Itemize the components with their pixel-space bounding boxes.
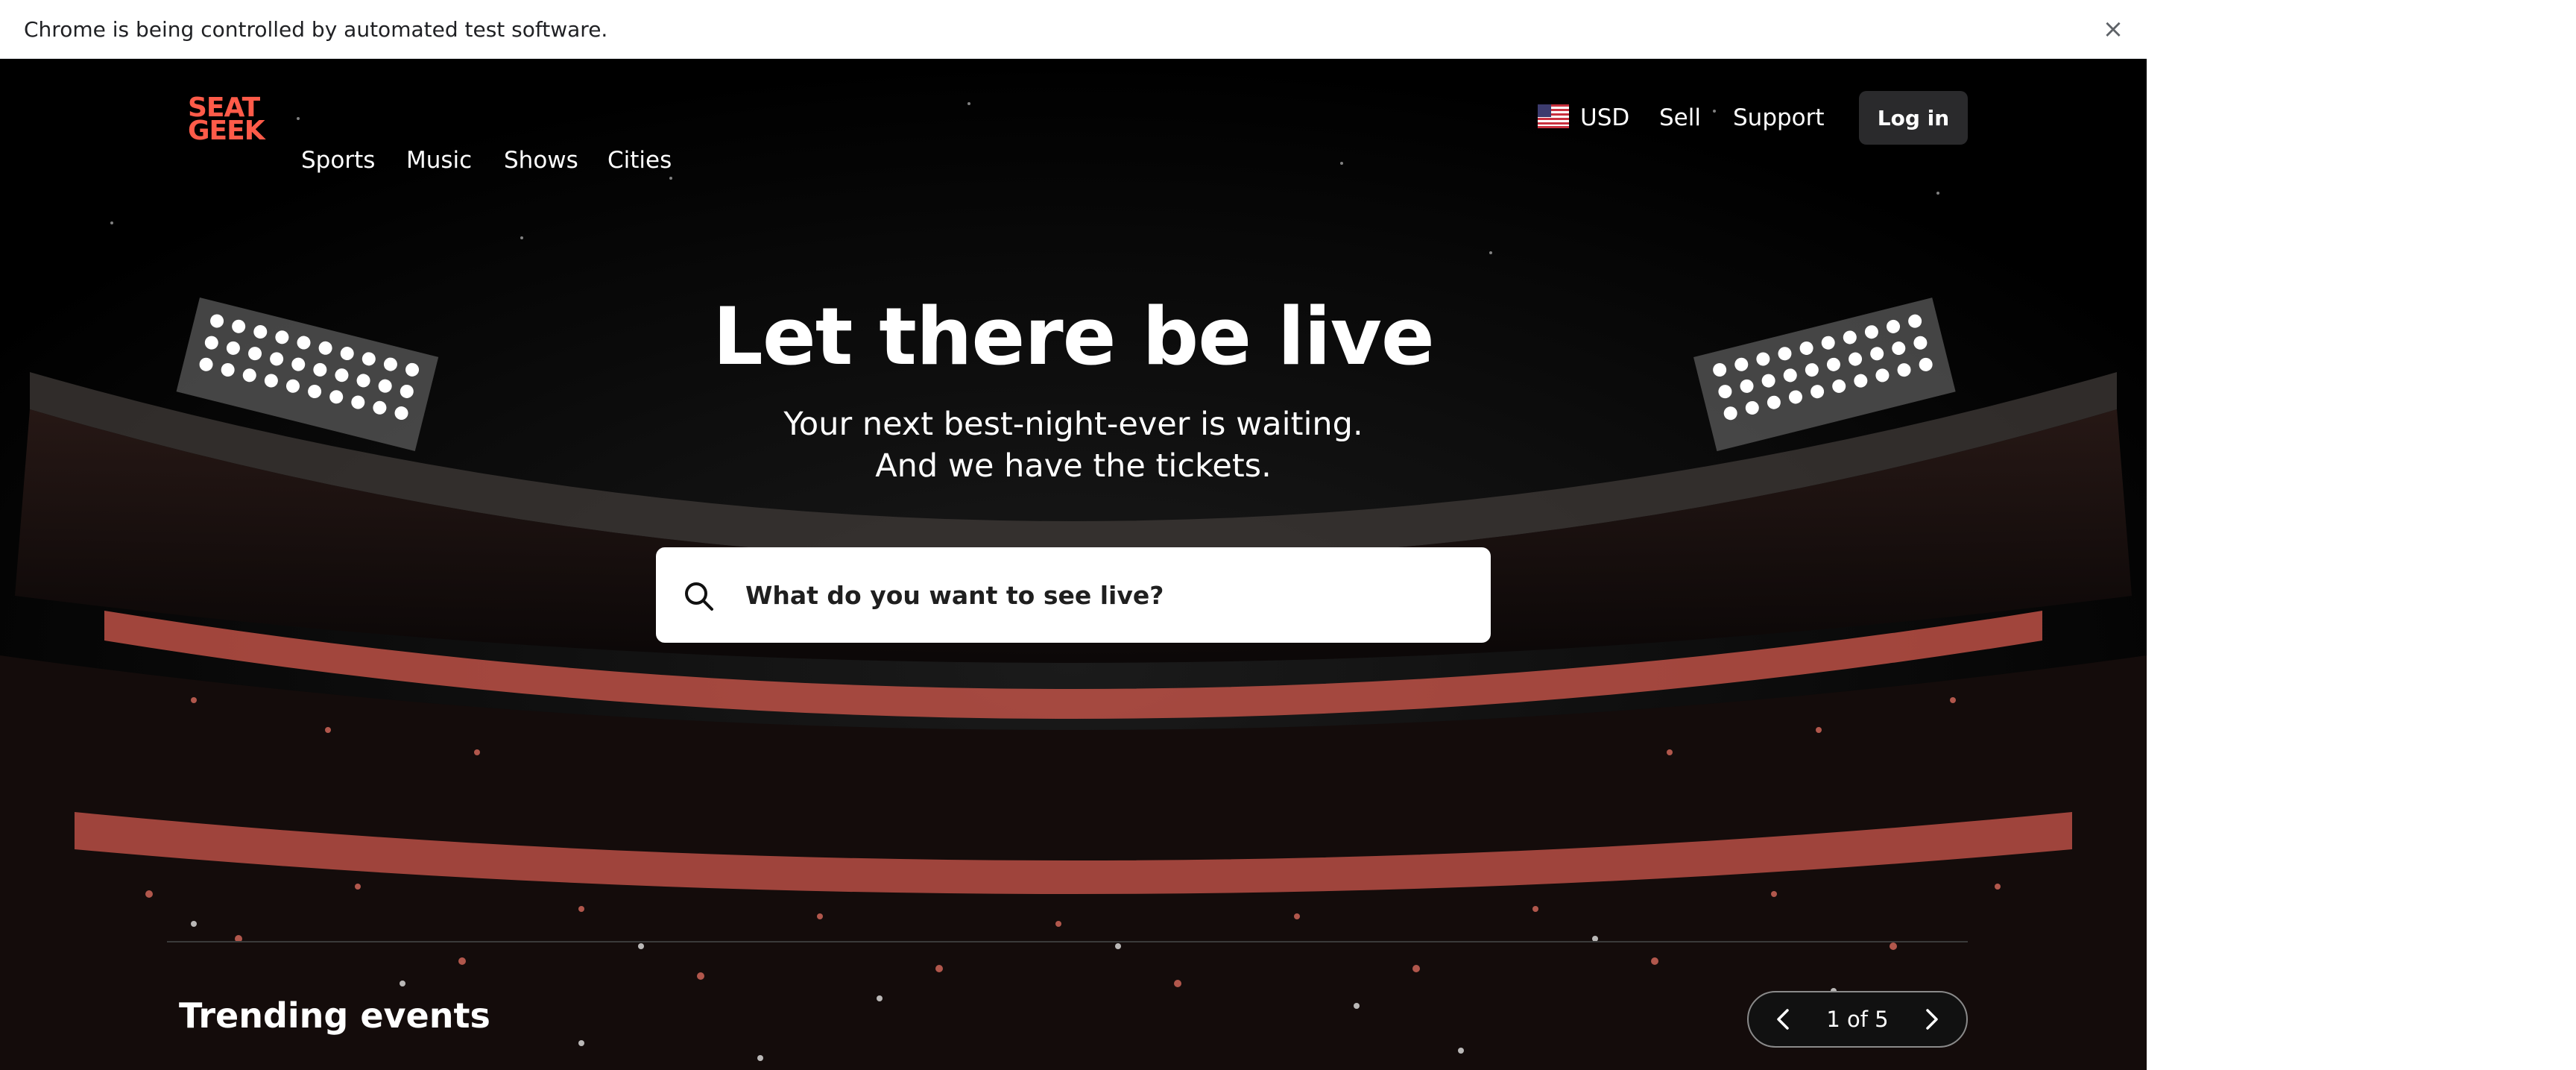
automation-infobar: Chrome is being controlled by automated … [0, 0, 2147, 59]
close-icon[interactable]: × [2100, 14, 2126, 44]
hero-subtitle-line-1: Your next best-night-ever is waiting. [783, 406, 1363, 443]
nav-support[interactable]: Support [1733, 104, 1825, 131]
nav-music[interactable]: Music [406, 147, 472, 174]
nav-shows[interactable]: Shows [504, 147, 578, 174]
nav-sports[interactable]: Sports [301, 147, 375, 174]
infobar-message: Chrome is being controlled by automated … [24, 16, 608, 42]
blank-area [2147, 0, 2576, 1070]
trending-pager: 1 of 5 [1747, 991, 1968, 1048]
search-bar[interactable]: What do you want to see live? [656, 547, 1491, 643]
pager-label: 1 of 5 [1826, 1007, 1889, 1032]
currency-selector[interactable]: USD [1580, 104, 1629, 131]
login-button[interactable]: Log in [1859, 91, 1968, 145]
chevron-right-icon[interactable] [1904, 992, 1960, 1046]
logo-line-2: GEEK [188, 116, 265, 146]
nav-cities[interactable]: Cities [607, 147, 672, 174]
nav-sell[interactable]: Sell [1659, 104, 1701, 131]
trending-heading: Trending events [179, 995, 490, 1036]
seatgeek-page: SEAT GEEK Sports Music Shows Cities USD … [0, 59, 2147, 1070]
seatgeek-logo[interactable]: SEAT GEEK [188, 93, 265, 146]
chevron-left-icon[interactable] [1755, 992, 1811, 1046]
search-input[interactable]: What do you want to see live? [745, 547, 1164, 643]
hero-subtitle-line-2: And we have the tickets. [875, 447, 1272, 485]
hero-title: Let there be live [713, 291, 1434, 383]
us-flag-icon[interactable] [1538, 104, 1569, 128]
search-icon [685, 582, 713, 611]
section-divider [167, 941, 1968, 942]
